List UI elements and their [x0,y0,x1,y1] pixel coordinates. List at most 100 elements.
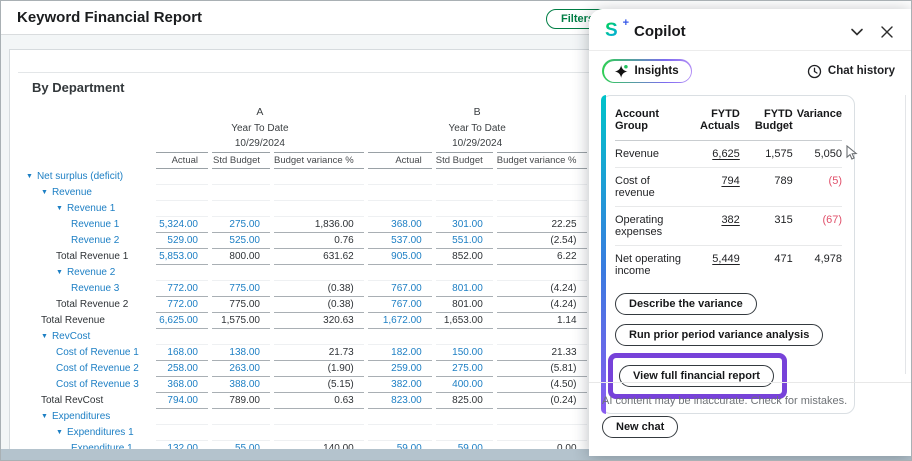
cell-value[interactable]: 767.00 [391,283,422,294]
fytd-budget-value: 315 [740,207,793,246]
cell-value[interactable]: 168.00 [167,347,198,358]
cell-value[interactable]: 150.00 [452,347,483,358]
row-label[interactable]: Revenue 1 [67,203,115,214]
cell-value[interactable]: 772.00 [167,283,198,294]
cell-value[interactable]: 368.00 [167,379,198,390]
row-label[interactable]: Revenue 1 [71,219,119,230]
chat-history-button[interactable]: Chat history [807,64,895,79]
empty-cell [495,328,589,344]
cell-value[interactable]: 400.00 [452,379,483,390]
cell-value[interactable]: 551.00 [452,235,483,246]
empty-cell [210,424,272,440]
cell-value[interactable]: 5,324.00 [159,219,198,230]
cell-value: (0.24) [550,395,576,406]
account-group-label: Cost of revenue [615,168,685,207]
table-row: Revenue 3772.00775.00(0.38)767.00801.00(… [12,280,659,296]
empty-cell [210,168,272,184]
column-group-letter: A [154,104,366,120]
ai-disclaimer: AI content may be inaccurate. Check for … [602,395,895,407]
table-row: ▼ Revenue [12,184,659,200]
cell-value: 320.63 [323,315,354,326]
cell-value[interactable]: 823.00 [391,395,422,406]
row-label: Total RevCost [41,395,103,406]
cell-value[interactable]: 801.00 [452,283,483,294]
fytd-actuals-link[interactable]: 794 [721,175,739,187]
row-label[interactable]: Cost of Revenue 3 [56,379,139,390]
collapse-triangle-icon[interactable]: ▼ [26,173,33,180]
chat-history-label: Chat history [828,65,895,77]
run-prior-period-variance-button[interactable]: Run prior period variance analysis [615,324,823,346]
table-row: ▼ Revenue 2 [12,264,659,280]
row-label[interactable]: Net surplus (deficit) [37,171,123,182]
account-group-label: Revenue [615,141,685,168]
cell-value[interactable]: 529.00 [167,235,198,246]
fytd-budget-value: 471 [740,246,793,285]
variance-value: 5,050 [793,141,842,168]
empty-cell [154,184,210,200]
cell-value[interactable]: 382.00 [391,379,422,390]
cell-value[interactable]: 767.00 [391,299,422,310]
cell-value[interactable]: 275.00 [452,363,483,374]
row-label[interactable]: Expenditures [52,411,110,422]
cell-value[interactable]: 775.00 [229,283,260,294]
insight-table-row: Net operating income5,4494714,978 [615,246,842,285]
insights-button[interactable]: Insights [602,59,692,83]
scrollbar[interactable] [905,95,906,374]
collapse-triangle-icon[interactable]: ▼ [56,205,63,212]
empty-cell [366,184,434,200]
collapse-triangle-icon[interactable]: ▼ [41,189,48,196]
cell-value[interactable]: 537.00 [391,235,422,246]
cell-value[interactable]: 388.00 [229,379,260,390]
cell-value: 1,653.00 [444,315,483,326]
collapse-triangle-icon[interactable]: ▼ [56,269,63,276]
fytd-actuals-link[interactable]: 5,449 [712,253,740,265]
cell-value[interactable]: 263.00 [229,363,260,374]
fytd-actuals-link[interactable]: 6,625 [712,148,740,160]
cell-value[interactable]: 275.00 [229,219,260,230]
cell-value[interactable]: 301.00 [452,219,483,230]
cell-value[interactable]: 5,853.00 [159,251,198,262]
fytd-actuals-link[interactable]: 382 [721,214,739,226]
insight-table: Account Group FYTD Actuals FYTD Budget V… [615,102,842,284]
cell-value[interactable]: 258.00 [167,363,198,374]
row-label[interactable]: Revenue 2 [71,235,119,246]
describe-variance-button[interactable]: Describe the variance [615,293,757,315]
cell-value[interactable]: 138.00 [229,347,260,358]
variance-value: (5) [793,168,842,207]
cell-value: 801.00 [452,299,483,310]
chevron-down-icon[interactable] [849,24,865,40]
collapse-triangle-icon[interactable]: ▼ [41,413,48,420]
cell-value[interactable]: 794.00 [167,395,198,406]
cell-value[interactable]: 259.00 [391,363,422,374]
clock-icon [807,64,822,79]
empty-cell [154,328,210,344]
close-icon[interactable] [879,24,895,40]
cell-value[interactable]: 905.00 [391,251,422,262]
variance-value: 4,978 [793,246,842,285]
empty-cell [154,424,210,440]
empty-cell [434,184,495,200]
row-label[interactable]: Cost of Revenue 1 [56,347,139,358]
empty-cell [210,200,272,216]
collapse-triangle-icon[interactable]: ▼ [56,429,63,436]
row-label[interactable]: Revenue 3 [71,283,119,294]
cell-value[interactable]: 182.00 [391,347,422,358]
empty-cell [210,264,272,280]
table-row: ▼ Expenditures [12,408,659,424]
cell-value[interactable]: 1,672.00 [383,315,422,326]
cell-value[interactable]: 525.00 [229,235,260,246]
cell-value[interactable]: 772.00 [167,299,198,310]
row-label[interactable]: Expenditures 1 [67,427,134,438]
row-label[interactable]: Revenue 2 [67,267,115,278]
new-chat-button[interactable]: New chat [602,416,678,438]
cell-value[interactable]: 6,625.00 [159,315,198,326]
empty-cell [434,168,495,184]
insight-col-header: Account Group [615,102,685,141]
row-label[interactable]: RevCost [52,331,90,342]
empty-cell [434,200,495,216]
row-label[interactable]: Cost of Revenue 2 [56,363,139,374]
cell-value: (0.38) [328,283,354,294]
collapse-triangle-icon[interactable]: ▼ [41,333,48,340]
cell-value[interactable]: 368.00 [391,219,422,230]
row-label[interactable]: Revenue [52,187,92,198]
